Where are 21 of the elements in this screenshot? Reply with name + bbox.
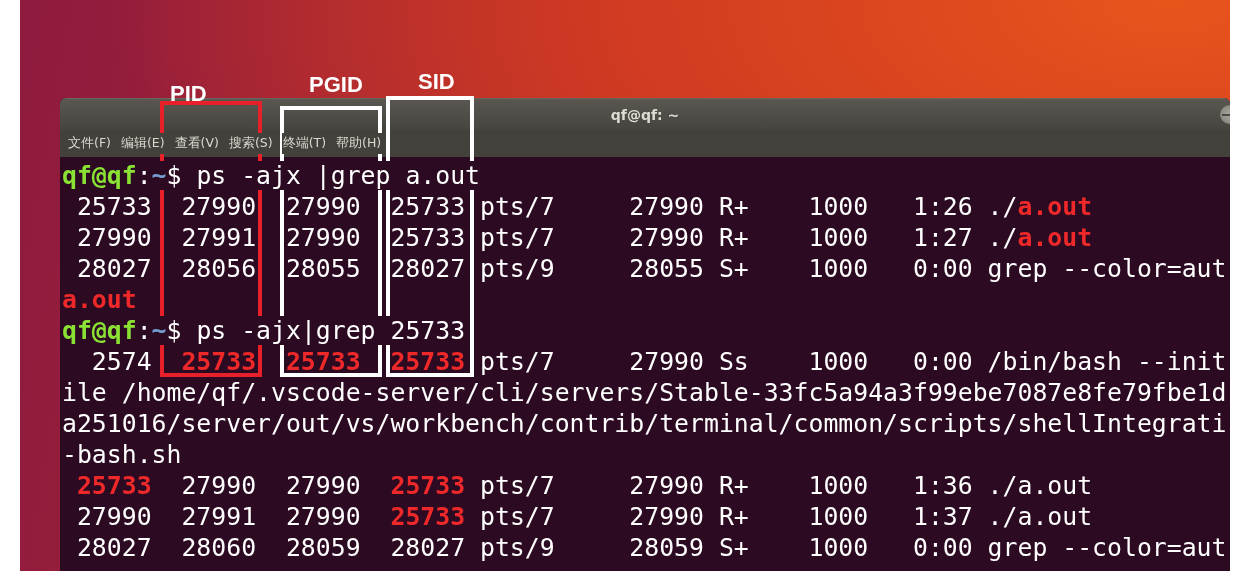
terminal-line: qf@qf:~$ ps -ajx|grep 25733 [62,315,466,346]
terminal-line: a251016/server/out/vs/workbench/contrib/terminal/common/scripts/shellIntegrati [62,408,1227,439]
annotation-label: SID [418,69,455,95]
terminal-line: 28027 28056 28055 28027 pts/9 28055 S+ 1000 0:00 grep --color=aut [75,253,1227,284]
terminal-line: ile /home/qf/.vscode-server/cli/servers/Stable-33fc5a94a3f99ebe7087e8fe79fbe1d [62,377,1227,408]
terminal-line: 27990 27991 27990 25733 pts/7 27990 R+ 1000 1:37 ./a.out [75,501,1093,532]
menu-item[interactable]: 编辑(E) [119,133,166,154]
terminal-line: 27990 27991 27990 25733 pts/7 27990 R+ 1000 1:27 ./a.out [75,222,1093,253]
terminal-line: 28027 28060 28059 28027 pts/9 28059 S+ 1000 0:00 grep --color=aut [75,532,1227,563]
window-title: qf@qf: ~ [610,106,680,123]
annotation-label: PGID [309,72,363,98]
terminal-line: qf@qf:~$ ps -ajx |grep a.out [62,160,481,191]
terminal-line: 25733 27990 27990 25733 pts/7 27990 R+ 1000 1:26 ./a.out [75,191,1093,222]
menu-item[interactable]: 终端(T) [281,133,327,154]
terminal-line: a.out [62,284,137,315]
annotation-label: PID [170,81,207,107]
menu-item[interactable]: 帮助(H) [335,133,383,154]
menu-item[interactable]: 搜索(S) [227,133,274,154]
terminal-line: 25733 27990 27990 25733 pts/7 27990 R+ 1000 1:36 ./a.out [75,470,1093,501]
terminal-line: -bash.sh [62,439,182,470]
terminal-line: 2574 25733 25733 25733 pts/7 27990 Ss 1000 0:00 /bin/bash --init [90,346,1227,377]
